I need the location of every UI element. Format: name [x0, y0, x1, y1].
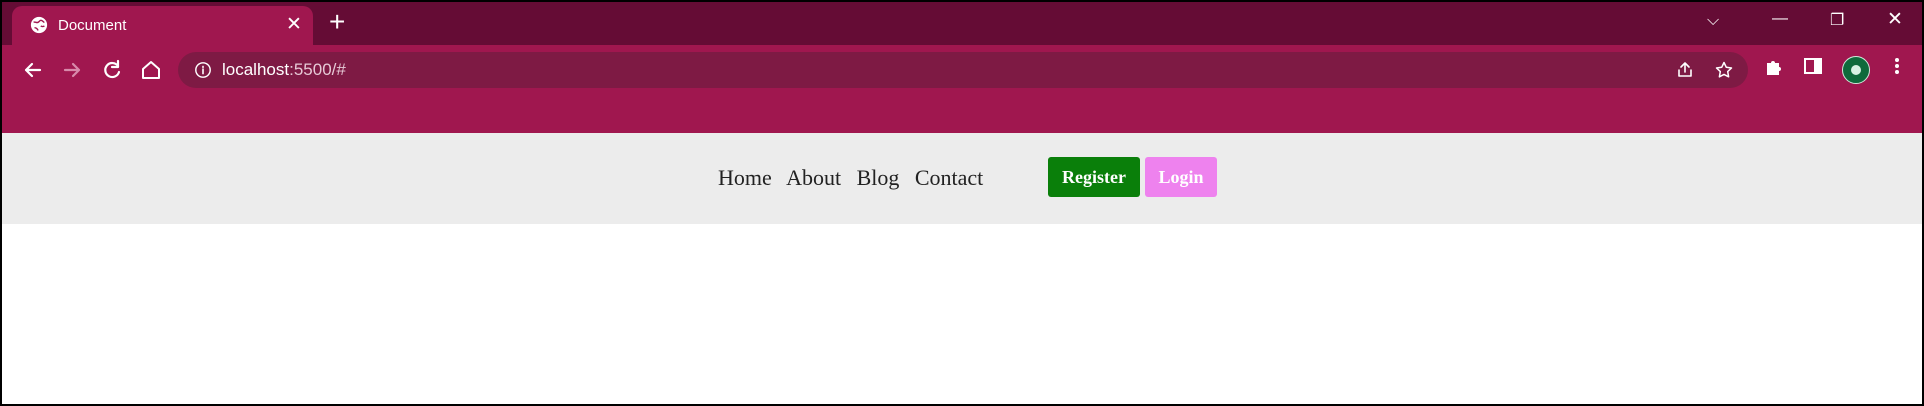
- nav-link-home[interactable]: Home: [718, 165, 772, 190]
- browser-window: Document ✕ + ⌵ — ❐ ✕ localhost:5500/# Ho…: [0, 0, 1924, 406]
- reload-icon[interactable]: [97, 55, 127, 85]
- share-icon[interactable]: [1675, 60, 1695, 80]
- restore-icon[interactable]: ❐: [1830, 10, 1844, 30]
- address-bar[interactable]: localhost:5500/#: [178, 52, 1748, 88]
- tab-title: Document: [58, 17, 127, 34]
- nav-link-about[interactable]: About: [786, 165, 841, 190]
- page-body: [2, 224, 1922, 404]
- url-text: localhost:5500/#: [222, 60, 346, 80]
- info-icon[interactable]: [194, 61, 212, 79]
- site-navbar: Home About Blog Contact Register Login: [2, 133, 1922, 224]
- url-path: :5500/#: [289, 60, 346, 79]
- globe-icon: [30, 16, 48, 34]
- nav-link-blog[interactable]: Blog: [857, 165, 900, 190]
- back-arrow-icon[interactable]: [18, 55, 48, 85]
- tab-document[interactable]: Document ✕: [12, 6, 313, 45]
- nav-links: Home About Blog Contact: [718, 165, 993, 191]
- minimize-icon[interactable]: —: [1772, 10, 1788, 28]
- url-host: localhost: [222, 60, 290, 79]
- kebab-menu-icon[interactable]: [1886, 55, 1908, 77]
- login-button[interactable]: Login: [1145, 157, 1217, 197]
- browser-toolbar: localhost:5500/#: [2, 45, 1922, 133]
- nav-link-contact[interactable]: Contact: [915, 165, 983, 190]
- avatar[interactable]: [1842, 56, 1870, 84]
- home-icon[interactable]: [136, 55, 166, 85]
- puzzle-icon[interactable]: [1764, 55, 1786, 77]
- close-tab-icon[interactable]: ✕: [286, 13, 302, 36]
- tab-strip: Document ✕ + ⌵ — ❐ ✕: [2, 2, 1922, 45]
- side-panel-icon[interactable]: [1802, 55, 1824, 77]
- tab-search-icon[interactable]: ⌵: [1707, 12, 1719, 30]
- register-button[interactable]: Register: [1048, 157, 1140, 197]
- close-window-icon[interactable]: ✕: [1887, 8, 1903, 31]
- new-tab-icon[interactable]: +: [329, 6, 345, 38]
- star-icon[interactable]: [1714, 60, 1734, 80]
- forward-arrow-icon[interactable]: [57, 55, 87, 85]
